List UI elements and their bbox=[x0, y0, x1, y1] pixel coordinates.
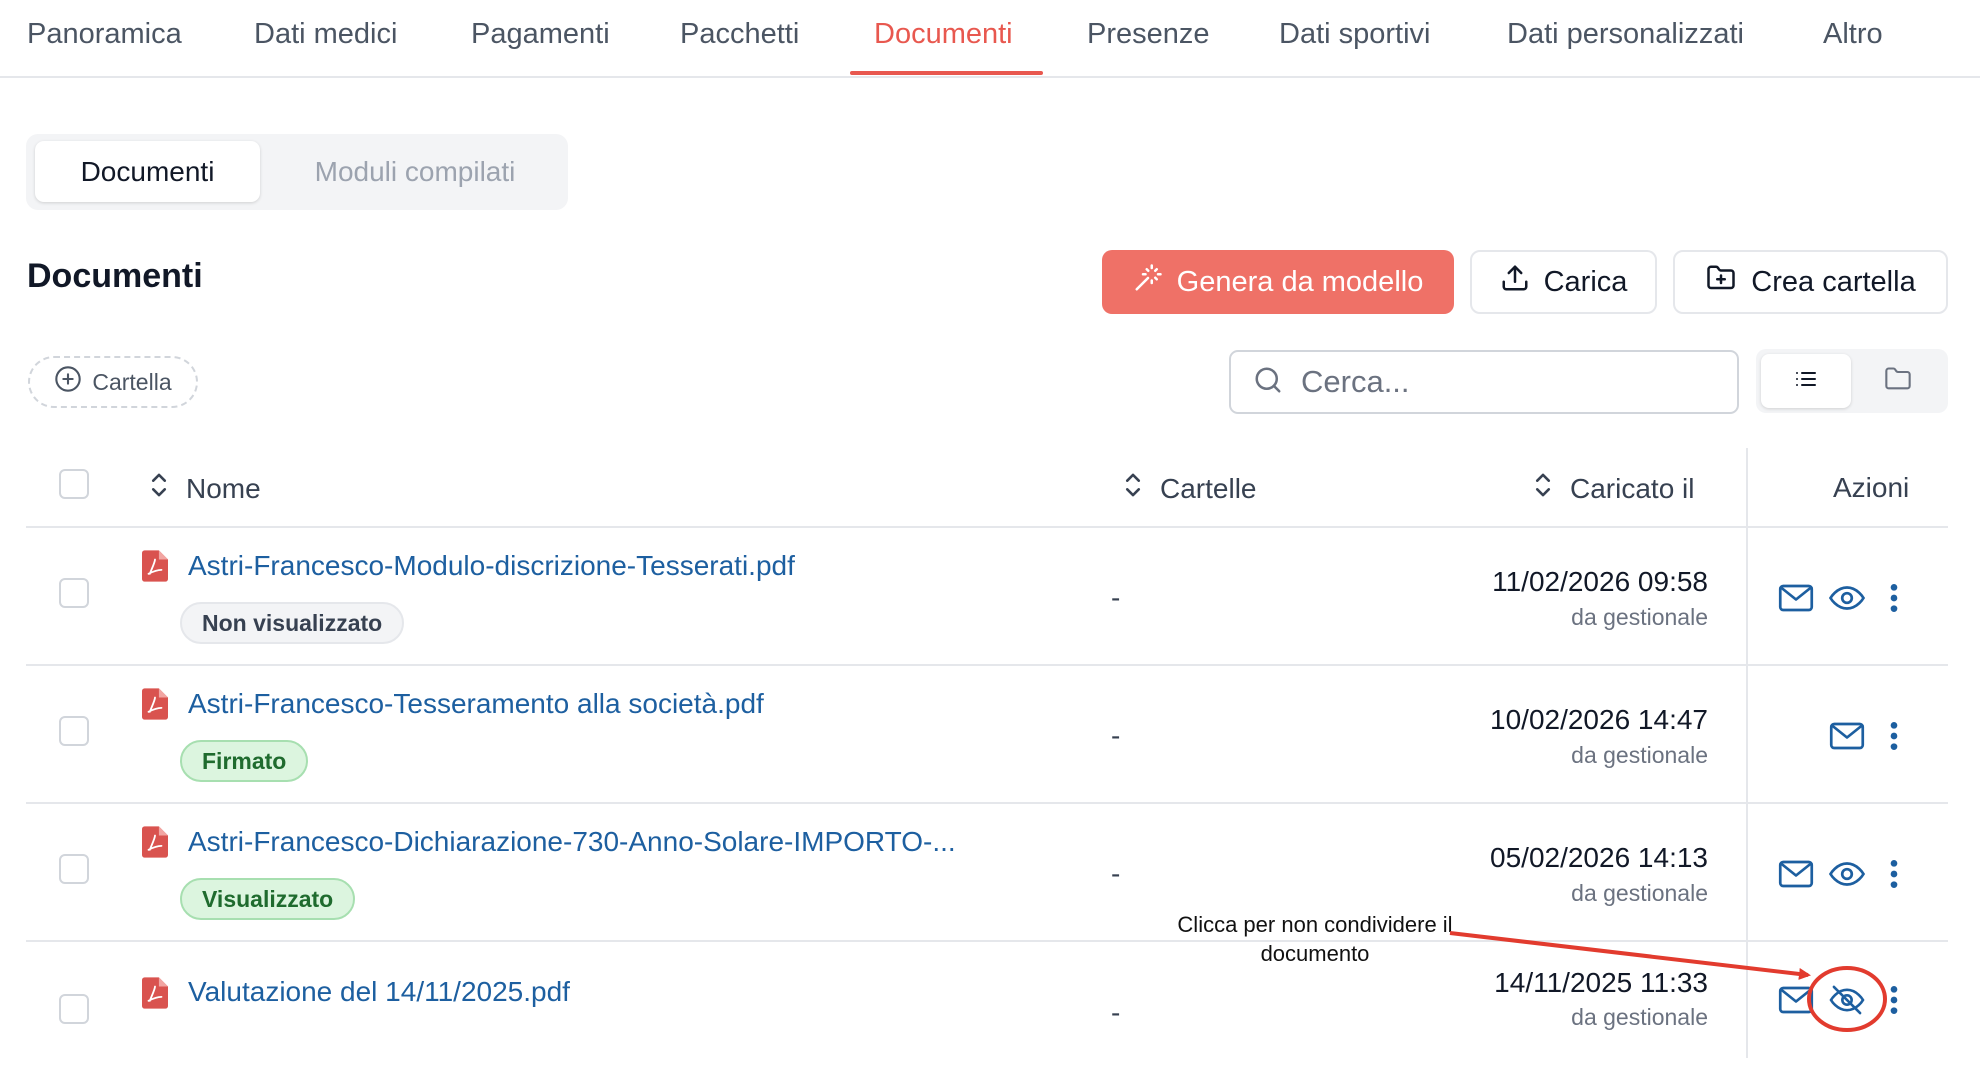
table-row: Astri-Francesco-Dichiarazione-730-Anno-S… bbox=[26, 804, 1948, 942]
tab-dati-sportivi[interactable]: Dati sportivi bbox=[1279, 18, 1431, 51]
document-link[interactable]: Valutazione del 14/11/2025.pdf bbox=[188, 976, 570, 1008]
uploaded-date: 10/02/2026 14:47 bbox=[1490, 704, 1708, 735]
pdf-file-icon bbox=[142, 550, 168, 587]
table-row: Astri-Francesco-Tesseramento alla societ… bbox=[26, 666, 1948, 804]
more-vertical-icon[interactable] bbox=[1880, 718, 1908, 754]
table-row: Valutazione del 14/11/2025.pdf - 14/11/2… bbox=[26, 942, 1948, 1070]
magic-wand-icon bbox=[1133, 263, 1163, 301]
column-header-actions: Azioni bbox=[1833, 472, 1909, 504]
tab-altro[interactable]: Altro bbox=[1823, 18, 1883, 51]
segment-moduli-compilati[interactable]: Moduli compilati bbox=[272, 141, 558, 202]
tab-pagamenti[interactable]: Pagamenti bbox=[471, 18, 610, 51]
sort-icon bbox=[1534, 472, 1552, 505]
generate-from-template-button[interactable]: Genera da modello bbox=[1102, 250, 1454, 314]
more-vertical-icon[interactable] bbox=[1880, 580, 1908, 616]
more-vertical-icon[interactable] bbox=[1880, 982, 1908, 1018]
create-folder-button-label: Crea cartella bbox=[1751, 265, 1916, 298]
tab-panoramica[interactable]: Panoramica bbox=[27, 18, 182, 51]
row-checkbox[interactable] bbox=[59, 854, 89, 884]
list-view-button[interactable] bbox=[1761, 354, 1851, 408]
generate-button-label: Genera da modello bbox=[1176, 265, 1424, 298]
column-label-name: Nome bbox=[186, 472, 261, 504]
document-type-switch: Documenti Moduli compilati bbox=[26, 134, 568, 210]
status-badge: Visualizzato bbox=[180, 878, 356, 920]
view-mode-toggle bbox=[1756, 349, 1948, 413]
folder-value: - bbox=[1111, 858, 1121, 889]
pdf-file-icon bbox=[142, 977, 168, 1014]
tab-presenze[interactable]: Presenze bbox=[1087, 18, 1210, 51]
tab-dati-medici[interactable]: Dati medici bbox=[254, 18, 397, 51]
folder-value: - bbox=[1111, 720, 1121, 751]
row-checkbox[interactable] bbox=[59, 994, 89, 1024]
tab-dati-personalizzati[interactable]: Dati personalizzati bbox=[1507, 18, 1744, 51]
sort-icon bbox=[1124, 472, 1142, 505]
folder-value: - bbox=[1111, 997, 1121, 1028]
row-checkbox[interactable] bbox=[59, 716, 89, 746]
uploaded-date: 05/02/2026 14:13 bbox=[1490, 842, 1708, 873]
select-all-checkbox[interactable] bbox=[59, 469, 89, 499]
document-link[interactable]: Astri-Francesco-Tesseramento alla societ… bbox=[188, 688, 764, 720]
eye-off-icon[interactable] bbox=[1827, 982, 1867, 1018]
folder-plus-icon bbox=[1705, 263, 1737, 301]
table-row: Astri-Francesco-Modulo-discrizione-Tesse… bbox=[26, 528, 1948, 666]
folder-view-button[interactable] bbox=[1853, 354, 1943, 408]
table-header: Nome Cartelle Caricato il Azioni bbox=[26, 448, 1948, 528]
mail-icon[interactable] bbox=[1776, 856, 1816, 892]
status-badge: Firmato bbox=[180, 740, 309, 782]
pdf-file-icon bbox=[142, 688, 168, 725]
search-input[interactable] bbox=[1301, 364, 1721, 400]
upload-button[interactable]: Carica bbox=[1470, 250, 1657, 314]
sort-icon bbox=[150, 472, 168, 505]
folder-chip-label: Cartella bbox=[92, 368, 172, 395]
column-header-folders[interactable]: Cartelle bbox=[1124, 472, 1256, 505]
uploaded-date: 14/11/2025 11:33 bbox=[1494, 967, 1708, 998]
search-box bbox=[1229, 350, 1739, 414]
folder-value: - bbox=[1111, 582, 1121, 613]
pdf-file-icon bbox=[142, 826, 168, 863]
add-folder-filter-chip[interactable]: Cartella bbox=[28, 356, 198, 408]
mail-icon[interactable] bbox=[1776, 982, 1816, 1018]
column-label-uploaded: Caricato il bbox=[1570, 472, 1695, 504]
list-icon bbox=[1792, 367, 1820, 396]
row-checkbox[interactable] bbox=[59, 578, 89, 608]
upload-source: da gestionale bbox=[1571, 880, 1708, 906]
status-badge: Non visualizzato bbox=[180, 602, 405, 644]
upload-source: da gestionale bbox=[1571, 604, 1708, 630]
column-label-folders: Cartelle bbox=[1160, 472, 1257, 504]
mail-icon[interactable] bbox=[1827, 718, 1867, 754]
eye-icon[interactable] bbox=[1827, 580, 1867, 616]
annotation-callout-text: Clicca per non condividere il documento bbox=[1177, 912, 1453, 966]
tab-pacchetti[interactable]: Pacchetti bbox=[680, 18, 799, 51]
upload-source: da gestionale bbox=[1571, 1004, 1708, 1030]
upload-source: da gestionale bbox=[1571, 742, 1708, 768]
page-title: Documenti bbox=[27, 257, 203, 295]
more-vertical-icon[interactable] bbox=[1880, 856, 1908, 892]
folder-icon bbox=[1883, 365, 1913, 398]
plus-circle-icon bbox=[54, 365, 82, 399]
column-label-actions: Azioni bbox=[1833, 472, 1910, 503]
uploaded-date: 11/02/2026 09:58 bbox=[1492, 566, 1708, 597]
active-tab-indicator bbox=[850, 71, 1043, 75]
segment-documenti[interactable]: Documenti bbox=[35, 141, 260, 202]
top-tab-bar: Panoramica Dati medici Pagamenti Pacchet… bbox=[0, 0, 1980, 78]
document-link[interactable]: Astri-Francesco-Dichiarazione-730-Anno-S… bbox=[188, 826, 956, 858]
eye-icon[interactable] bbox=[1827, 856, 1867, 892]
upload-icon bbox=[1500, 263, 1530, 301]
mail-icon[interactable] bbox=[1776, 580, 1816, 616]
create-folder-button[interactable]: Crea cartella bbox=[1673, 250, 1948, 314]
tab-documenti[interactable]: Documenti bbox=[874, 18, 1013, 51]
document-link[interactable]: Astri-Francesco-Modulo-discrizione-Tesse… bbox=[188, 550, 795, 582]
search-icon bbox=[1253, 365, 1283, 400]
upload-button-label: Carica bbox=[1543, 265, 1628, 298]
column-header-name[interactable]: Nome bbox=[150, 472, 261, 505]
column-header-uploaded[interactable]: Caricato il bbox=[1534, 472, 1694, 505]
